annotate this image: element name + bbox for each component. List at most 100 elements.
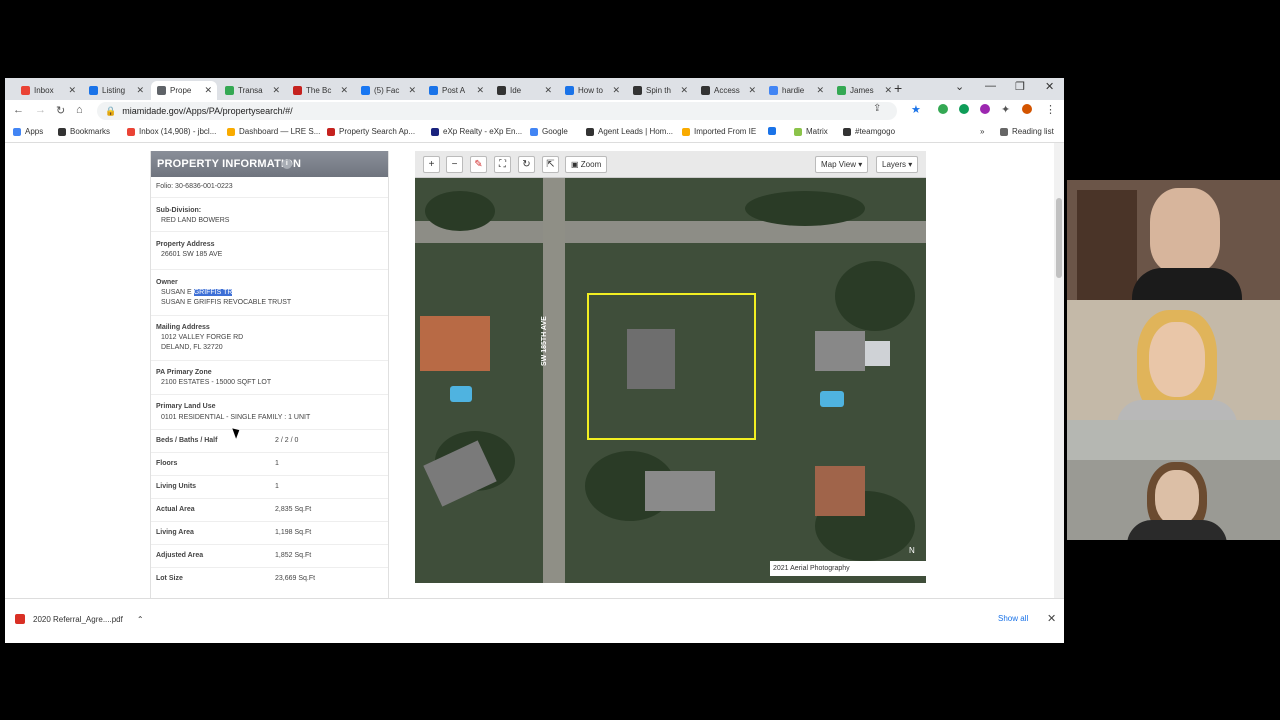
- draw-icon[interactable]: ✎: [470, 156, 487, 173]
- extension-icon[interactable]: [938, 104, 948, 114]
- tab-3[interactable]: Transa ✕: [219, 81, 285, 100]
- bookmark-star-icon[interactable]: ★: [911, 103, 921, 116]
- show-all-button[interactable]: Show all: [998, 614, 1028, 623]
- detail-value: 2,835 Sq.Ft: [275, 506, 312, 513]
- roof: [815, 331, 865, 371]
- bookmark-icon: [794, 127, 802, 136]
- window-background: [1067, 420, 1280, 460]
- tab-favicon-icon: [769, 86, 778, 95]
- tab-label: How to: [578, 86, 603, 95]
- bookmark-item[interactable]: Imported From IE: [682, 127, 756, 136]
- aerial-map[interactable]: + − ✎ ⛶ ↻ ⇱ ▣ Zoom Map View ▾ Layers ▾ S…: [415, 151, 926, 583]
- bookmark-item[interactable]: Property Search Ap...: [327, 127, 415, 136]
- close-tab-icon[interactable]: ✕: [408, 85, 416, 96]
- owner-line1[interactable]: SUSAN E GRIFFIS TR: [161, 289, 233, 296]
- fullscreen-icon[interactable]: ⛶: [494, 156, 511, 173]
- info-icon[interactable]: i: [282, 159, 292, 169]
- close-tab-icon[interactable]: ✕: [476, 85, 484, 96]
- bookmark-icon: [327, 127, 335, 136]
- bookmark-item[interactable]: Dashboard — LRE S...: [227, 127, 320, 136]
- zoom-out-icon[interactable]: −: [446, 156, 463, 173]
- map-view-dropdown[interactable]: Map View ▾: [815, 156, 869, 173]
- forward-arrow-icon[interactable]: →: [35, 104, 46, 116]
- subdivision-label: Sub-Division:: [156, 207, 202, 214]
- close-tab-icon[interactable]: ✕: [204, 85, 212, 96]
- avatar[interactable]: [1022, 104, 1032, 114]
- video-tile: [1067, 300, 1280, 420]
- tab-label: Listing: [102, 86, 126, 95]
- chevron-up-icon[interactable]: ⌃: [137, 615, 144, 624]
- tab-6[interactable]: Post A ✕: [423, 81, 489, 100]
- close-tab-icon[interactable]: ✕: [340, 85, 348, 96]
- tab-7[interactable]: Ide ✕: [491, 81, 557, 100]
- close-tab-icon[interactable]: ✕: [680, 85, 688, 96]
- download-item[interactable]: 2020 Referral_Agre....pdf ⌃: [15, 614, 144, 624]
- reload-icon[interactable]: ↻: [56, 104, 65, 117]
- tab-label: Access: [714, 86, 740, 95]
- close-tab-icon[interactable]: ✕: [748, 85, 756, 96]
- bookmark-icon: [586, 127, 594, 136]
- tab-9[interactable]: Spin th ✕: [627, 81, 693, 100]
- bookmark-item[interactable]: Agent Leads | Hom...: [586, 127, 673, 136]
- tab-8[interactable]: How to ✕: [559, 81, 625, 100]
- close-tab-icon[interactable]: ✕: [884, 85, 892, 96]
- puzzle-icon[interactable]: ✦: [1001, 103, 1010, 116]
- tab-favicon-icon: [701, 86, 710, 95]
- tab-12[interactable]: James ✕: [831, 81, 897, 100]
- subdivision-value: RED LAND BOWERS: [161, 217, 230, 224]
- scroll-thumb[interactable]: [1056, 198, 1062, 278]
- share-icon[interactable]: ⇪: [873, 103, 881, 114]
- detail-value: 23,669 Sq.Ft: [275, 575, 316, 582]
- bookmark-item[interactable]: Bookmarks: [58, 127, 110, 136]
- bookmark-label: Agent Leads | Hom...: [598, 127, 674, 136]
- detail-value: 1: [275, 460, 279, 467]
- layers-dropdown[interactable]: Layers ▾: [876, 156, 919, 173]
- bookmark-item[interactable]: Inbox (14,908) - jbcl...: [127, 127, 216, 136]
- back-arrow-icon[interactable]: ←: [13, 104, 24, 116]
- tab-5[interactable]: (5) Fac ✕: [355, 81, 421, 100]
- extension-icon[interactable]: [980, 104, 990, 114]
- tab-2[interactable]: Prope ✕: [151, 81, 217, 100]
- refresh-icon[interactable]: ↻: [518, 156, 535, 173]
- roof: [420, 316, 490, 371]
- tab-favicon-icon: [361, 86, 370, 95]
- bookmark-item[interactable]: eXp Realty - eXp En...: [431, 127, 522, 136]
- tab-1[interactable]: Listing ✕: [83, 81, 149, 100]
- bookmark-item[interactable]: #teamgogo: [843, 127, 895, 136]
- tab-4[interactable]: The Bc ✕: [287, 81, 353, 100]
- close-tab-icon[interactable]: ✕: [136, 85, 144, 96]
- close-downloads-icon[interactable]: ✕: [1047, 612, 1056, 625]
- close-tab-icon[interactable]: ✕: [544, 85, 552, 96]
- url-bar[interactable]: 🔒 miamidade.gov/Apps/PA/propertysearch/#/: [97, 102, 897, 120]
- reading-list-button[interactable]: Reading list: [1000, 127, 1054, 136]
- bookmark-item[interactable]: Apps: [13, 127, 43, 136]
- more-bookmarks-icon[interactable]: »: [980, 127, 984, 136]
- tab-10[interactable]: Access ✕: [695, 81, 761, 100]
- tab-search-icon[interactable]: ⌄: [955, 80, 964, 93]
- home-icon[interactable]: ⌂: [76, 104, 83, 116]
- export-icon[interactable]: ⇱: [542, 156, 559, 173]
- tree: [425, 191, 495, 231]
- close-tab-icon[interactable]: ✕: [612, 85, 620, 96]
- tab-11[interactable]: hardie ✕: [763, 81, 829, 100]
- tab-0[interactable]: Inbox ✕: [15, 81, 81, 100]
- participant-face: [1150, 188, 1220, 273]
- close-tab-icon[interactable]: ✕: [68, 85, 76, 96]
- bookmark-item[interactable]: [768, 127, 780, 135]
- menu-icon[interactable]: ⋮: [1045, 103, 1056, 116]
- minimize-button[interactable]: —: [985, 80, 996, 92]
- zoom-in-icon[interactable]: +: [423, 156, 440, 173]
- bookmark-item[interactable]: Matrix: [794, 127, 828, 136]
- extension-icon[interactable]: [959, 104, 969, 114]
- page-scrollbar[interactable]: [1054, 143, 1064, 598]
- close-window-button[interactable]: ✕: [1045, 80, 1054, 93]
- maximize-button[interactable]: ❐: [1015, 80, 1025, 93]
- zoom-button[interactable]: ▣ Zoom: [565, 156, 608, 173]
- bookmark-item[interactable]: Google: [530, 127, 568, 136]
- close-tab-icon[interactable]: ✕: [816, 85, 824, 96]
- tab-label: Prope: [170, 86, 192, 95]
- close-tab-icon[interactable]: ✕: [272, 85, 280, 96]
- tab-favicon-icon: [497, 86, 506, 95]
- detail-label: Lot Size: [156, 575, 183, 582]
- tab-label: (5) Fac: [374, 86, 400, 95]
